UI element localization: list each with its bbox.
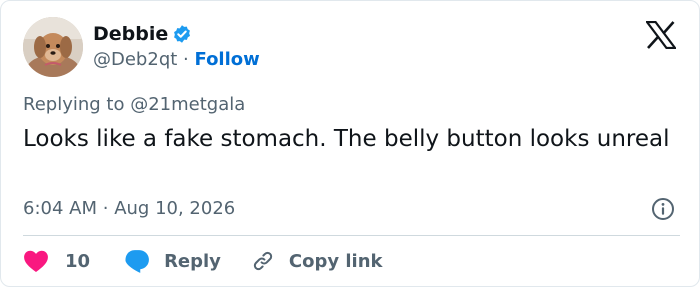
x-logo-icon[interactable] [644,20,678,50]
replying-to[interactable]: Replying to @21metgala [23,94,245,116]
timestamp-separator: · [102,198,109,219]
info-icon[interactable] [651,197,675,221]
tweet-date: Aug 10, 2026 [114,198,236,219]
tweet-timestamp[interactable]: 6:04 AM · Aug 10, 2026 [23,198,235,220]
avatar[interactable] [23,17,83,77]
author-handle[interactable]: @Deb2qt [93,49,177,70]
tweet-text: Looks like a fake stomach. The belly but… [23,126,670,152]
tweet-time: 6:04 AM [23,198,97,219]
dog-avatar-image [23,17,83,77]
reply-bubble-icon [125,250,149,273]
like-count: 10 [65,250,91,272]
follow-button[interactable]: Follow [195,49,260,70]
verified-badge-icon [172,24,192,44]
tweet-card: Debbie @Deb2qt · Follow Replying to @21m… [0,0,700,287]
reply-button[interactable]: Reply [124,249,221,273]
author-name[interactable]: Debbie [93,23,168,45]
tweet-actions: 10 Reply Copy link [23,247,383,275]
copy-link-button[interactable]: Copy link [251,249,383,273]
author-name-row: Debbie [93,23,192,45]
copy-link-label: Copy link [288,250,383,272]
link-icon [253,251,273,271]
heart-icon [24,250,48,273]
divider [23,235,680,236]
separator-dot: · [183,49,189,70]
reply-label: Reply [164,250,221,272]
author-handle-row: @Deb2qt · Follow [93,49,260,71]
like-button[interactable]: 10 [23,249,90,273]
